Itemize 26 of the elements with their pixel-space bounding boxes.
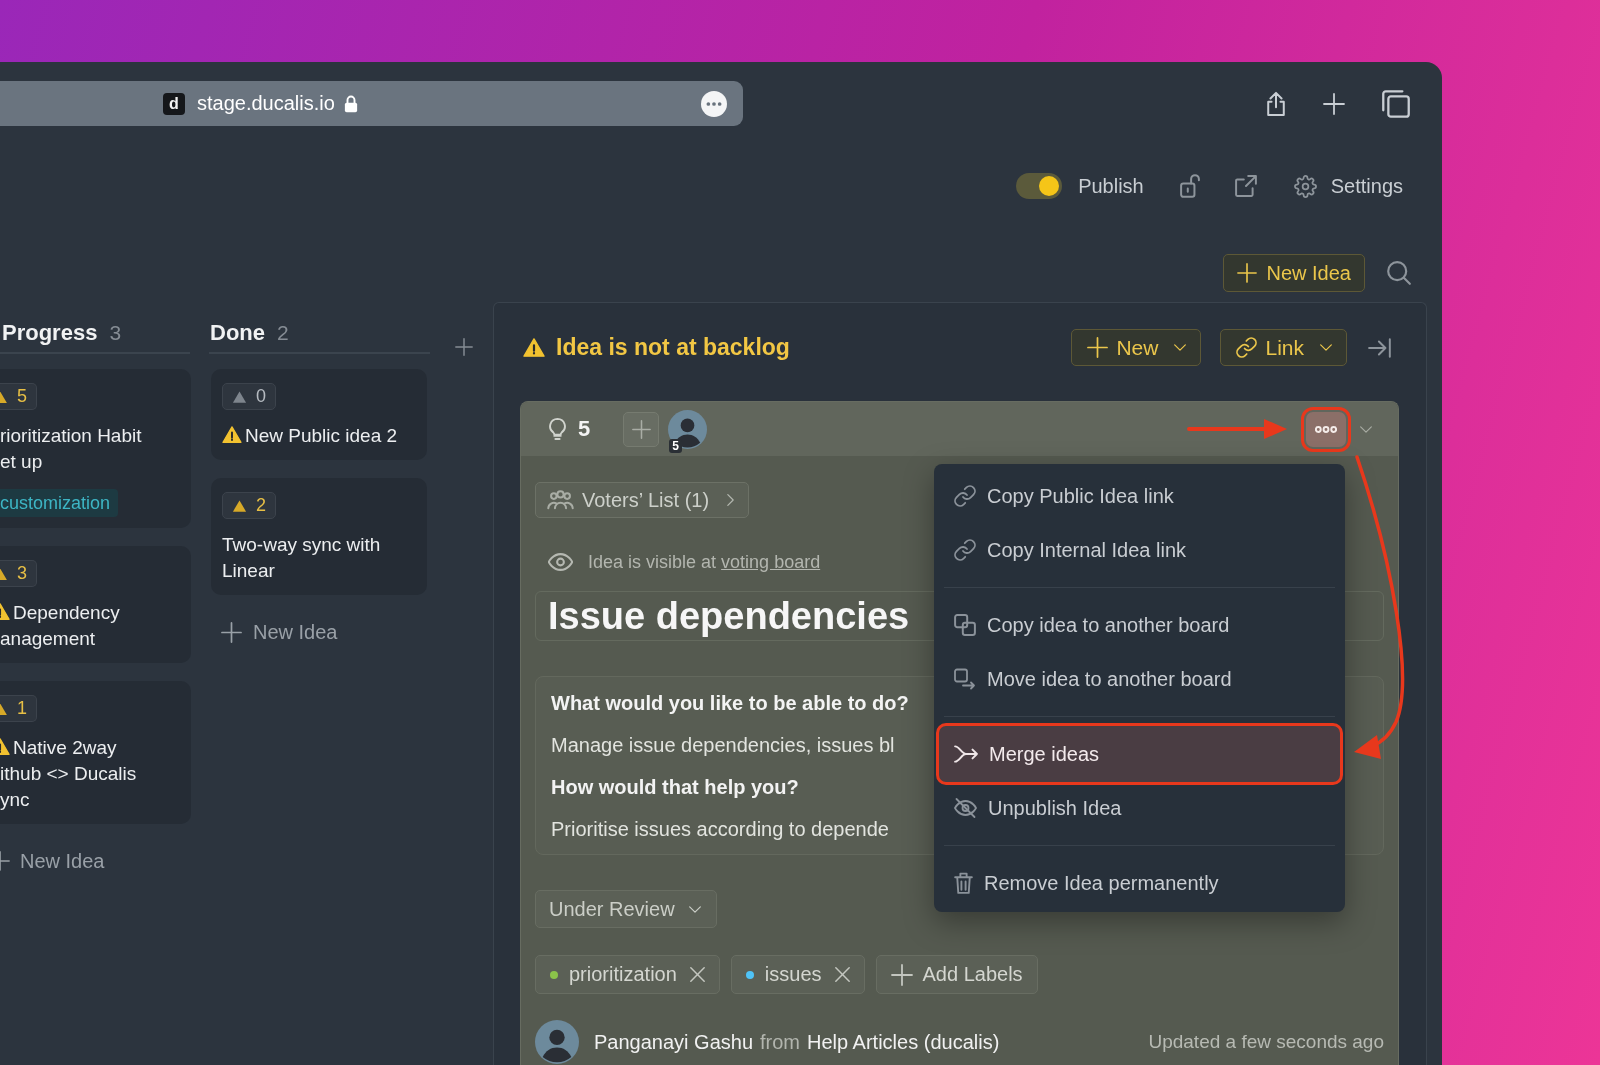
- question-text: What would you like to be able to do?: [551, 691, 909, 716]
- source-name: Help Articles (ducalis): [807, 1030, 1000, 1054]
- column-title: Progress: [2, 320, 98, 346]
- site-favicon: d: [163, 92, 185, 115]
- card-title: Dependency anagement: [0, 602, 120, 649]
- url-text: stage.ducalis.io: [197, 92, 335, 115]
- label-tag: customization: [0, 489, 119, 517]
- vote-count: 5: [578, 416, 591, 442]
- from-text: from: [760, 1030, 800, 1054]
- card-title: rioritization Habit et up: [0, 425, 142, 472]
- publish-label: Publish: [1078, 174, 1144, 198]
- column-count: 3: [109, 321, 122, 345]
- column-count: 2: [277, 321, 289, 345]
- label-text: prioritization: [569, 963, 677, 986]
- updated-text: Updated a few seconds ago: [1148, 1031, 1384, 1053]
- status-title: Idea is not at backlog: [556, 334, 790, 361]
- visibility-text: Idea is visible at voting board: [588, 551, 821, 573]
- card-title: Native 2way ithub <> Ducalis ync: [0, 737, 137, 810]
- question-text: How would that help you?: [551, 775, 799, 800]
- card-title: Two-way sync with Linear: [222, 534, 381, 581]
- label-text: issues: [764, 963, 822, 986]
- column-title: Done: [210, 320, 265, 346]
- author-name: Panganayi Gashu: [594, 1030, 753, 1054]
- answer-text: Manage issue dependencies, issues bl: [551, 733, 895, 758]
- answer-text: Prioritise issues according to depende: [551, 817, 889, 842]
- card-title: New Public idea 2: [245, 425, 398, 446]
